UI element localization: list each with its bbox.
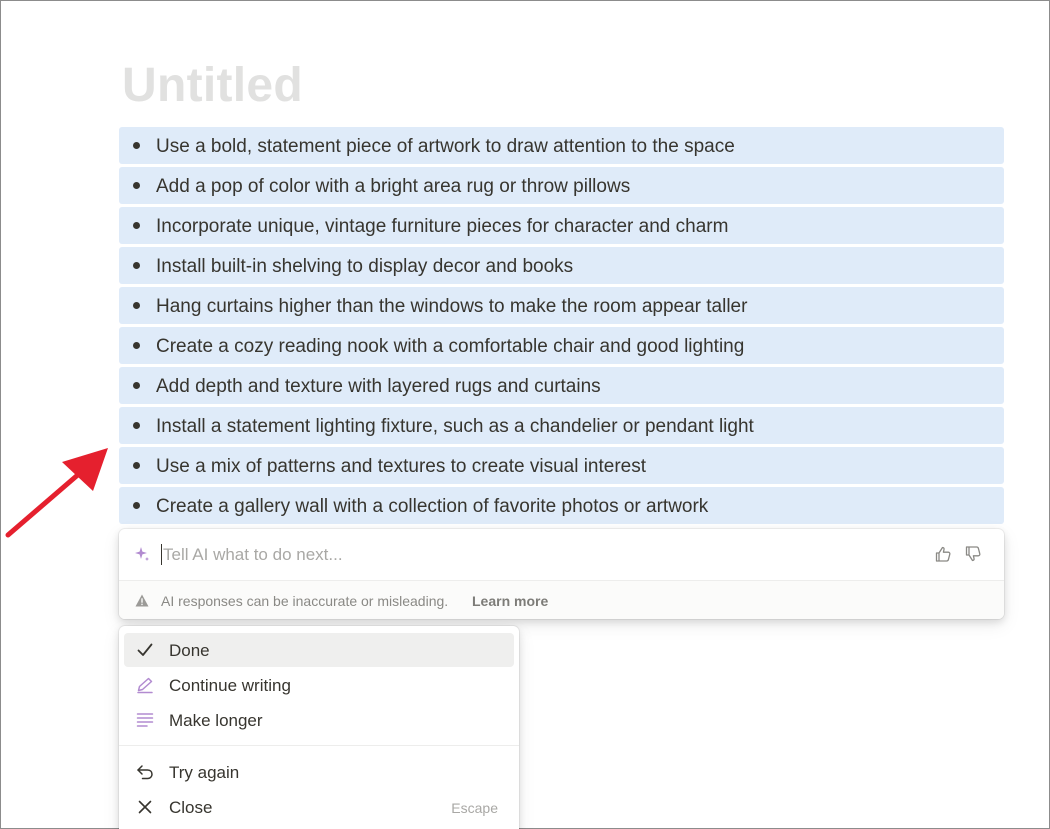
list-item-text: Create a gallery wall with a collection … [156, 496, 709, 517]
page-title[interactable]: Untitled [122, 58, 303, 113]
menu-item-make-longer[interactable]: Make longer [124, 703, 514, 737]
thumbs-down-icon[interactable] [964, 545, 982, 563]
ai-prompt-input[interactable] [163, 541, 903, 568]
menu-item-label: Close [169, 798, 213, 817]
list-item[interactable]: Create a gallery wall with a collection … [119, 487, 1004, 524]
list-item[interactable]: Create a cozy reading nook with a comfor… [119, 327, 1004, 364]
undo-icon [137, 765, 153, 780]
menu-item-shortcut: Escape [451, 800, 498, 816]
pen-icon [137, 677, 153, 694]
list-item[interactable]: Install a statement lighting fixture, su… [119, 407, 1004, 444]
bullet-icon [133, 142, 140, 149]
list-item-text: Create a cozy reading nook with a comfor… [156, 336, 745, 357]
check-icon [137, 643, 153, 656]
list-item[interactable]: Hang curtains higher than the windows to… [119, 287, 1004, 324]
menu-divider [119, 745, 519, 746]
list-item-text: Hang curtains higher than the windows to… [156, 296, 748, 317]
menu-item-continue-writing[interactable]: Continue writing [124, 668, 514, 702]
list-item[interactable]: Use a bold, statement piece of artwork t… [119, 127, 1004, 164]
menu-item-label: Continue writing [169, 676, 291, 695]
ai-disclaimer-text: AI responses can be inaccurate or mislea… [161, 593, 449, 609]
bullet-icon [133, 462, 140, 469]
list-item[interactable]: Add a pop of color with a bright area ru… [119, 167, 1004, 204]
list-item[interactable]: Add depth and texture with layered rugs … [119, 367, 1004, 404]
close-icon [138, 800, 152, 814]
bullet-icon [133, 422, 140, 429]
menu-item-close[interactable]: Close Escape [124, 790, 514, 824]
list-item-text: Add a pop of color with a bright area ru… [156, 176, 631, 197]
menu-item-try-again[interactable]: Try again [124, 755, 514, 789]
ai-action-menu: Done Continue writing Make longer Try ag… [119, 626, 519, 829]
menu-item-label: Make longer [169, 711, 263, 730]
bullet-icon [133, 382, 140, 389]
lines-icon [136, 713, 154, 727]
list-item-text: Use a bold, statement piece of artwork t… [156, 136, 735, 157]
text-caret [161, 544, 162, 565]
bullet-icon [133, 342, 140, 349]
bulleted-list: Use a bold, statement piece of artwork t… [119, 127, 1004, 527]
bullet-icon [133, 302, 140, 309]
annotation-arrow-icon [5, 448, 108, 538]
bullet-icon [133, 262, 140, 269]
ai-disclaimer-bar: AI responses can be inaccurate or mislea… [119, 580, 1004, 619]
warning-icon [135, 594, 149, 607]
list-item-text: Add depth and texture with layered rugs … [156, 376, 601, 397]
learn-more-link[interactable]: Learn more [472, 593, 548, 609]
thumbs-up-icon[interactable] [934, 545, 952, 563]
bullet-icon [133, 502, 140, 509]
list-item-text: Use a mix of patterns and textures to cr… [156, 456, 647, 477]
list-item-text: Install built-in shelving to display dec… [156, 256, 574, 277]
ai-input-row [119, 529, 1004, 580]
list-item-text: Install a statement lighting fixture, su… [156, 416, 754, 437]
sparkle-icon [135, 547, 149, 561]
menu-item-label: Done [169, 641, 210, 660]
menu-item-done[interactable]: Done [124, 633, 514, 667]
list-item[interactable]: Use a mix of patterns and textures to cr… [119, 447, 1004, 484]
ai-prompt-box: AI responses can be inaccurate or mislea… [119, 529, 1004, 619]
menu-item-label: Try again [169, 763, 240, 782]
list-item[interactable]: Incorporate unique, vintage furniture pi… [119, 207, 1004, 244]
bullet-icon [133, 222, 140, 229]
list-item-text: Incorporate unique, vintage furniture pi… [156, 216, 729, 237]
bullet-icon [133, 182, 140, 189]
list-item[interactable]: Install built-in shelving to display dec… [119, 247, 1004, 284]
